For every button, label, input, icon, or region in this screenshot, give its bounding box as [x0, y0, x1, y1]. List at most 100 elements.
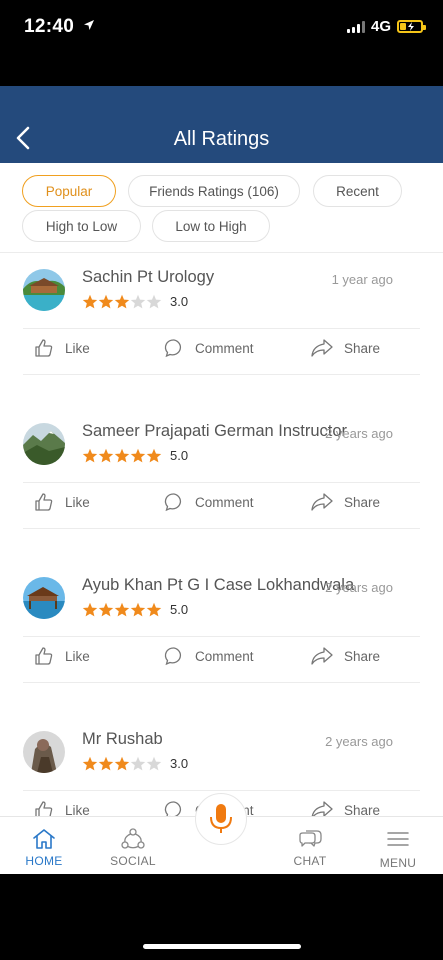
- thumbs-up-icon: [35, 493, 53, 511]
- avatar[interactable]: [23, 577, 65, 619]
- rating-value: 5.0: [170, 602, 189, 617]
- divider: [23, 682, 420, 683]
- star-empty-icon: [130, 756, 146, 771]
- avatar[interactable]: [23, 423, 65, 465]
- divider: [23, 636, 420, 637]
- divider: [23, 482, 420, 483]
- divider: [23, 374, 420, 375]
- star-filled-icon: [130, 602, 146, 617]
- star-filled-icon: [98, 602, 114, 617]
- like-button[interactable]: Like: [34, 796, 90, 816]
- star-filled-icon: [114, 294, 130, 309]
- hamburger-menu-icon: [387, 832, 409, 846]
- share-icon: [311, 493, 333, 511]
- chat-bubbles-icon: [299, 830, 322, 847]
- star-rating: 3.0: [82, 294, 188, 309]
- comment-button[interactable]: Comment: [164, 488, 254, 516]
- comment-icon: [164, 493, 182, 512]
- like-button[interactable]: Like: [34, 334, 90, 362]
- review-item: Ayub Khan Pt G I Case Lokhandwala 2 year…: [0, 560, 443, 714]
- rating-value: 3.0: [170, 756, 189, 771]
- review-item: Sachin Pt Urology 1 year ago 3.0 Like Co…: [0, 252, 443, 406]
- share-button[interactable]: Share: [311, 796, 380, 816]
- star-rating: 5.0: [82, 602, 188, 617]
- status-bar: 12:40 4G: [0, 0, 443, 86]
- share-button[interactable]: Share: [311, 642, 380, 670]
- avatar[interactable]: [23, 269, 65, 311]
- star-empty-icon: [130, 294, 146, 309]
- reviewer-name[interactable]: Sachin Pt Urology: [82, 268, 214, 287]
- status-indicators: 4G: [346, 18, 426, 35]
- star-filled-icon: [82, 602, 98, 617]
- star-filled-icon: [98, 448, 114, 463]
- tab-home[interactable]: HOME: [4, 817, 84, 875]
- filter-high-to-low[interactable]: High to Low: [22, 210, 141, 242]
- review-time: 2 years ago: [325, 580, 393, 595]
- star-empty-icon: [146, 756, 162, 771]
- tab-label: HOME: [25, 854, 63, 868]
- star-filled-icon: [82, 448, 98, 463]
- rating-value: 5.0: [170, 448, 189, 463]
- like-button[interactable]: Like: [34, 642, 90, 670]
- star-filled-icon: [146, 602, 162, 617]
- tab-label: CHAT: [293, 854, 327, 868]
- review-item: Sameer Prajapati German Instructor 2 yea…: [0, 406, 443, 560]
- avatar[interactable]: [23, 731, 65, 773]
- comment-button[interactable]: Comment: [164, 334, 254, 362]
- tab-chat[interactable]: CHAT: [270, 817, 350, 875]
- star-filled-icon: [98, 756, 114, 771]
- thumbs-up-icon: [35, 647, 53, 665]
- share-button[interactable]: Share: [311, 334, 380, 362]
- ratings-content[interactable]: Popular Friends Ratings (106) Recent Hig…: [0, 163, 443, 816]
- review-time: 2 years ago: [325, 734, 393, 749]
- share-icon: [311, 339, 333, 357]
- star-filled-icon: [98, 294, 114, 309]
- review-time: 1 year ago: [331, 272, 393, 287]
- status-time: 12:40: [24, 16, 95, 38]
- star-filled-icon: [114, 448, 130, 463]
- share-icon: [311, 801, 333, 816]
- comment-icon: [164, 339, 182, 358]
- voice-search-button[interactable]: [195, 793, 247, 871]
- reviewer-name[interactable]: Sameer Prajapati German Instructor: [82, 422, 347, 441]
- divider: [23, 790, 420, 791]
- star-filled-icon: [114, 602, 130, 617]
- filter-friends-ratings[interactable]: Friends Ratings (106): [128, 175, 300, 207]
- microphone-icon: [210, 804, 232, 833]
- home-indicator: [143, 944, 301, 949]
- divider: [23, 528, 420, 529]
- rating-value: 3.0: [170, 294, 189, 309]
- thumbs-up-icon: [35, 339, 53, 357]
- star-filled-icon: [130, 448, 146, 463]
- app-header: All Ratings: [0, 86, 443, 163]
- signal-icon: [346, 20, 365, 33]
- comment-button[interactable]: Comment: [164, 642, 254, 670]
- like-button[interactable]: Like: [34, 488, 90, 516]
- reviewer-name[interactable]: Ayub Khan Pt G I Case Lokhandwala: [82, 576, 354, 595]
- tab-social[interactable]: SOCIAL: [93, 817, 173, 875]
- star-filled-icon: [82, 756, 98, 771]
- comment-icon: [164, 801, 182, 816]
- filter-low-to-high[interactable]: Low to High: [152, 210, 270, 242]
- filter-recent[interactable]: Recent: [313, 175, 402, 207]
- share-icon: [311, 647, 333, 665]
- tab-label: MENU: [379, 856, 417, 870]
- location-arrow-icon: [83, 20, 94, 30]
- thumbs-up-icon: [35, 801, 53, 816]
- star-rating: 3.0: [82, 756, 188, 771]
- star-filled-icon: [114, 756, 130, 771]
- page-title: All Ratings: [173, 128, 270, 150]
- star-filled-icon: [146, 448, 162, 463]
- social-network-icon: [121, 828, 145, 849]
- share-button[interactable]: Share: [311, 488, 380, 516]
- comment-icon: [164, 647, 182, 666]
- reviewer-name[interactable]: Mr Rushab: [82, 730, 163, 749]
- home-icon: [33, 829, 55, 849]
- star-empty-icon: [146, 294, 162, 309]
- filter-popular[interactable]: Popular: [22, 175, 116, 207]
- tab-menu[interactable]: MENU: [358, 817, 438, 875]
- divider: [23, 328, 420, 329]
- tab-label: SOCIAL: [110, 854, 156, 868]
- network-label: 4G: [370, 18, 391, 35]
- star-filled-icon: [82, 294, 98, 309]
